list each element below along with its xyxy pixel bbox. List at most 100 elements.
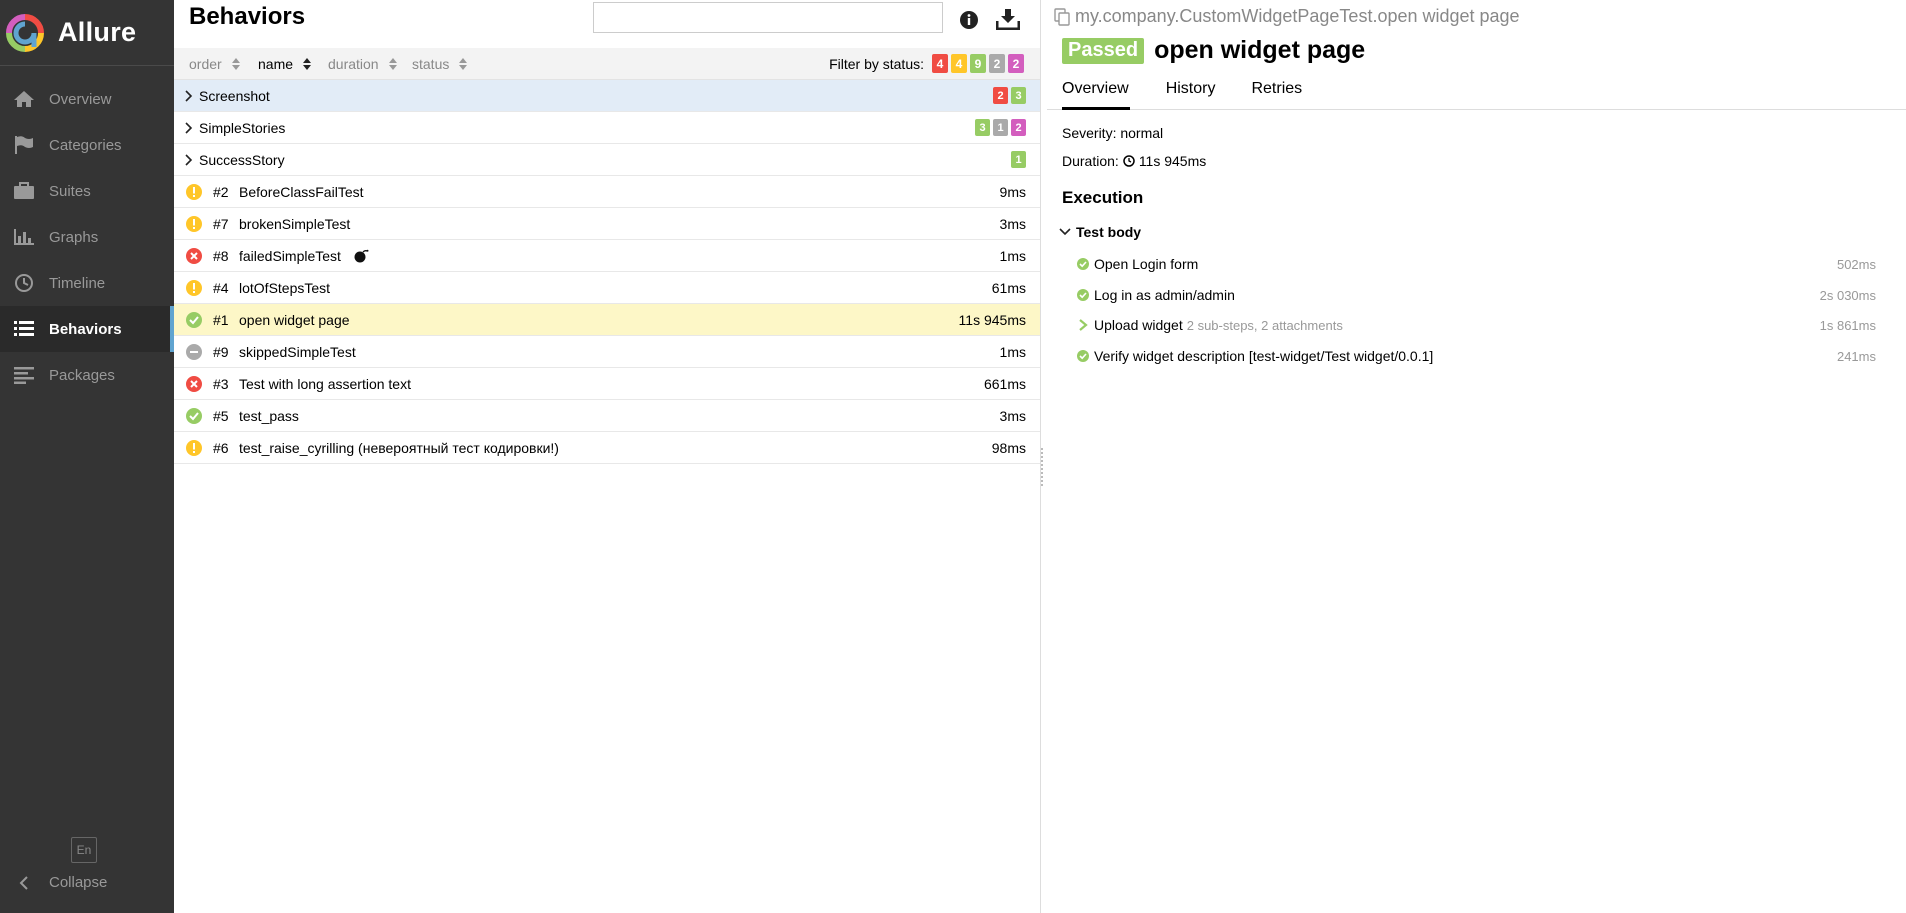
test-row[interactable]: #8 failedSimpleTest 1ms <box>174 240 1040 272</box>
filter-label: Filter by status: <box>829 55 924 72</box>
group-name: Screenshot <box>199 88 270 104</box>
failed-status-icon <box>186 248 202 264</box>
step-name: Open Login form <box>1094 256 1199 272</box>
sort-icon <box>303 58 312 70</box>
group-stats: 2 3 <box>990 87 1026 104</box>
test-name: Test with long assertion text <box>239 376 411 392</box>
test-duration: 98ms <box>991 440 1026 456</box>
test-duration: 11s 945ms <box>958 312 1026 328</box>
sort-order[interactable]: order <box>189 56 240 72</box>
test-title: open widget page <box>1154 36 1366 64</box>
test-name: open widget page <box>239 312 350 328</box>
tree-group[interactable]: SimpleStories 3 1 2 <box>174 112 1040 144</box>
test-name: brokenSimpleTest <box>239 216 351 232</box>
test-order: #9 <box>213 344 229 360</box>
tab-retries[interactable]: Retries <box>1251 78 1302 110</box>
passed-status-icon <box>186 408 202 424</box>
sidebar-item-suites[interactable]: Suites <box>0 168 174 214</box>
sidebar-item-categories[interactable]: Categories <box>0 122 174 168</box>
group-stats: 3 1 2 <box>972 119 1026 136</box>
test-row[interactable]: #6 test_raise_cyrilling (невероятный тес… <box>174 432 1040 464</box>
behaviors-panel: Behaviors order name duration status Fil… <box>174 0 1041 913</box>
test-row[interactable]: #9 skippedSimpleTest 1ms <box>174 336 1040 368</box>
filter-failed-badge[interactable]: 4 <box>932 54 948 73</box>
step-duration: 241ms <box>1836 348 1876 364</box>
download-icon[interactable] <box>995 8 1021 35</box>
copy-icon[interactable] <box>1054 7 1070 26</box>
language-button[interactable]: En <box>71 837 97 863</box>
test-name: BeforeClassFailTest <box>239 184 364 200</box>
search-input[interactable] <box>593 2 943 33</box>
broken-status-icon <box>186 440 202 456</box>
sort-label: status <box>412 56 450 72</box>
test-row-selected[interactable]: #1 open widget page 11s 945ms <box>174 304 1040 336</box>
status-badge: 2 <box>993 87 1008 104</box>
test-name: lotOfStepsTest <box>239 280 331 296</box>
test-duration: 1ms <box>999 248 1026 264</box>
duration-value: 11s 945ms <box>1138 153 1207 169</box>
sidebar-item-packages[interactable]: Packages <box>0 352 174 398</box>
test-row[interactable]: #5 test_pass 3ms <box>174 400 1040 432</box>
sort-duration[interactable]: duration <box>328 56 397 72</box>
home-icon <box>12 87 36 111</box>
test-duration: 3ms <box>999 408 1026 424</box>
pane-resize-handle[interactable] <box>1041 446 1045 486</box>
status-badge: 3 <box>1011 87 1026 104</box>
test-name: test_raise_cyrilling (невероятный тест к… <box>239 440 559 456</box>
tree-group[interactable]: SuccessStory 1 <box>174 144 1040 176</box>
passed-step-icon <box>1077 350 1089 362</box>
test-body-toggle[interactable]: Test body <box>1059 224 1141 240</box>
sidebar-item-label: Suites <box>49 182 91 200</box>
test-order: #7 <box>213 216 229 232</box>
sidebar-item-overview[interactable]: Overview <box>0 76 174 122</box>
filter-passed-badge[interactable]: 9 <box>970 54 986 73</box>
severity-label: Severity: <box>1062 125 1117 141</box>
test-row[interactable]: #3 Test with long assertion text 661ms <box>174 368 1040 400</box>
skipped-status-icon <box>186 344 202 360</box>
sort-status[interactable]: status <box>412 56 468 72</box>
align-left-icon <box>12 363 36 387</box>
chevron-down-icon <box>1059 228 1071 236</box>
brand[interactable]: Allure <box>0 0 174 66</box>
info-icon[interactable] <box>959 10 979 35</box>
tab-history[interactable]: History <box>1166 78 1216 110</box>
sidebar-item-behaviors[interactable]: Behaviors <box>0 306 174 352</box>
collapse-button[interactable]: Collapse <box>12 874 107 891</box>
passed-step-icon <box>1077 258 1089 270</box>
test-name: failedSimpleTest <box>239 248 341 264</box>
test-full-name: my.company.CustomWidgetPageTest.open wid… <box>1054 6 1520 27</box>
test-row[interactable]: #2 BeforeClassFailTest 9ms <box>174 176 1040 208</box>
sidebar-nav: Overview Categories Suites Graphs Timeli… <box>0 76 174 398</box>
test-order: #5 <box>213 408 229 424</box>
filter-broken-badge[interactable]: 4 <box>951 54 967 73</box>
broken-status-icon <box>186 280 202 296</box>
step-row-expandable[interactable]: Upload widget 2 sub-steps, 2 attachments… <box>1077 314 1892 336</box>
filter-skipped-badge[interactable]: 2 <box>989 54 1005 73</box>
sort-name[interactable]: name <box>258 56 312 72</box>
tree-group[interactable]: Screenshot 2 3 <box>174 80 1040 112</box>
broken-status-icon <box>186 184 202 200</box>
test-duration: 61ms <box>991 280 1026 296</box>
test-duration: 3ms <box>999 216 1026 232</box>
sort-icon <box>231 58 240 70</box>
sidebar-item-label: Timeline <box>49 274 106 292</box>
test-row[interactable]: #7 brokenSimpleTest 3ms <box>174 208 1040 240</box>
overview-info: Severity: normal Duration: 11s 945ms <box>1062 125 1206 181</box>
step-duration: 2s 030ms <box>1819 287 1876 303</box>
step-row[interactable]: Verify widget description [test-widget/T… <box>1077 345 1892 367</box>
test-row[interactable]: #4 lotOfStepsTest 61ms <box>174 272 1040 304</box>
sidebar-item-graphs[interactable]: Graphs <box>0 214 174 260</box>
allure-logo-icon <box>6 13 44 52</box>
test-order: #4 <box>213 280 229 296</box>
step-name: Log in as admin/admin <box>1094 287 1235 303</box>
test-path: my.company.CustomWidgetPageTest.open wid… <box>1075 6 1520 26</box>
sidebar-item-timeline[interactable]: Timeline <box>0 260 174 306</box>
status-badge: Passed <box>1062 37 1145 64</box>
status-filter: Filter by status: 4 4 9 2 2 <box>829 54 1024 73</box>
tab-overview[interactable]: Overview <box>1062 78 1130 110</box>
filter-unknown-badge[interactable]: 2 <box>1008 54 1024 73</box>
step-row[interactable]: Open Login form 502ms <box>1077 253 1892 275</box>
page-title: Behaviors <box>189 3 306 30</box>
step-row[interactable]: Log in as admin/admin 2s 030ms <box>1077 284 1892 306</box>
test-title-bar: Passed open widget page <box>1062 36 1365 65</box>
